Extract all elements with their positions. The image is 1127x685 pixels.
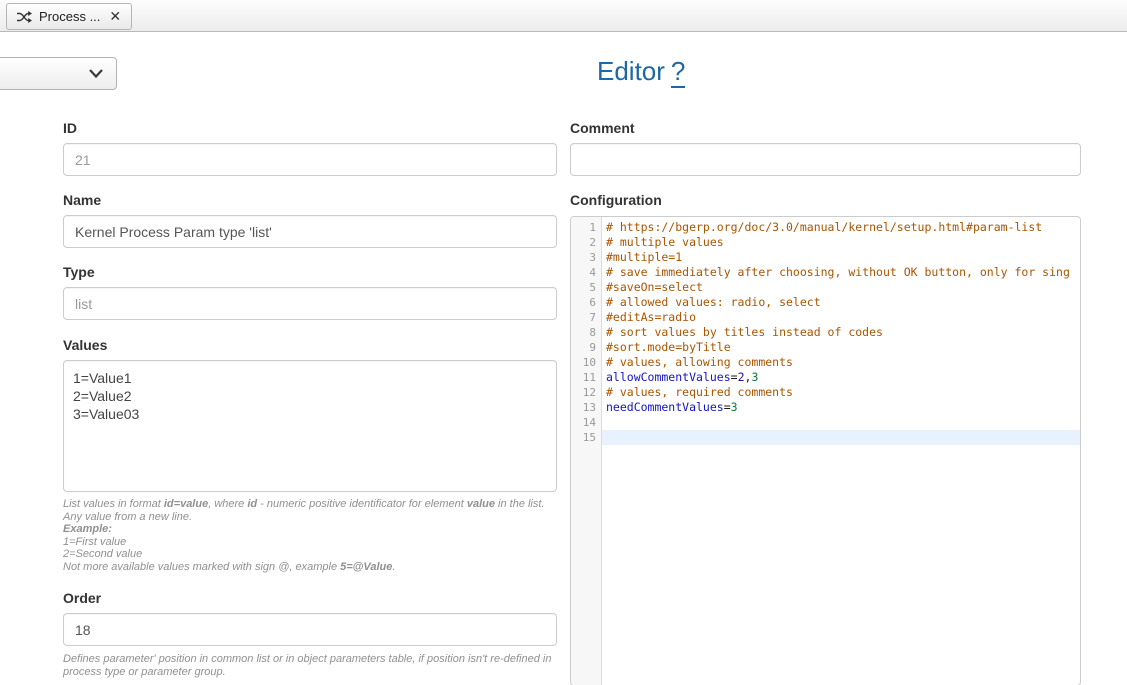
help-link[interactable]: ? xyxy=(671,56,685,88)
page-title-text: Editor xyxy=(597,56,665,86)
code-line[interactable]: # save immediately after choosing, witho… xyxy=(602,265,1080,280)
editor-page: Process ... ✕ Editor? ID Name Type Value… xyxy=(0,0,1127,685)
name-field[interactable] xyxy=(63,215,557,248)
type-label: Type xyxy=(63,264,95,280)
name-label: Name xyxy=(63,192,101,208)
configuration-editor[interactable]: 123456789101112131415 # https://bgerp.or… xyxy=(570,216,1081,685)
tab-process[interactable]: Process ... ✕ xyxy=(6,3,132,30)
shuffle-icon xyxy=(17,11,32,23)
code-line[interactable]: # https://bgerp.org/doc/3.0/manual/kerne… xyxy=(602,220,1080,235)
code-line[interactable]: #multiple=1 xyxy=(602,250,1080,265)
comment-field[interactable] xyxy=(570,143,1081,176)
line-number: 2 xyxy=(571,235,601,250)
type-field[interactable] xyxy=(63,287,557,320)
code-line[interactable]: needCommentValues=3 xyxy=(602,400,1080,415)
line-number: 7 xyxy=(571,310,601,325)
comment-label: Comment xyxy=(570,120,635,136)
values-help-text: List values in format id=value, where id… xyxy=(63,498,565,573)
values-label: Values xyxy=(63,337,107,353)
code-line[interactable]: #editAs=radio xyxy=(602,310,1080,325)
order-label: Order xyxy=(63,590,101,606)
code-line[interactable] xyxy=(602,430,1080,445)
code-line[interactable] xyxy=(602,415,1080,430)
line-number: 12 xyxy=(571,385,601,400)
code-line[interactable]: # values, required comments xyxy=(602,385,1080,400)
code-line[interactable]: # sort values by titles instead of codes xyxy=(602,325,1080,340)
editor-code[interactable]: # https://bgerp.org/doc/3.0/manual/kerne… xyxy=(602,217,1080,685)
page-title: Editor? xyxy=(597,56,685,87)
code-line[interactable]: #sort.mode=byTitle xyxy=(602,340,1080,355)
line-number: 6 xyxy=(571,295,601,310)
tab-bar: Process ... ✕ xyxy=(0,0,1127,32)
id-field[interactable] xyxy=(63,143,557,176)
tab-title: Process ... xyxy=(39,9,100,24)
values-textarea[interactable]: 1=Value1 2=Value2 3=Value03 xyxy=(63,360,557,492)
code-line[interactable]: allowCommentValues=2,3 xyxy=(602,370,1080,385)
line-number: 13 xyxy=(571,400,601,415)
code-line[interactable]: #saveOn=select xyxy=(602,280,1080,295)
id-label: ID xyxy=(63,120,77,136)
line-number: 14 xyxy=(571,415,601,430)
line-number: 9 xyxy=(571,340,601,355)
code-line[interactable]: # multiple values xyxy=(602,235,1080,250)
order-field[interactable] xyxy=(63,613,557,646)
line-number: 10 xyxy=(571,355,601,370)
code-line[interactable]: # values, allowing comments xyxy=(602,355,1080,370)
preset-select[interactable] xyxy=(0,57,117,90)
line-number: 11 xyxy=(571,370,601,385)
code-line[interactable]: # allowed values: radio, select xyxy=(602,295,1080,310)
tab-close-icon[interactable]: ✕ xyxy=(107,8,121,25)
line-number: 15 xyxy=(571,430,601,445)
editor-gutter: 123456789101112131415 xyxy=(571,217,602,685)
line-number: 8 xyxy=(571,325,601,340)
line-number: 1 xyxy=(571,220,601,235)
chevron-down-icon xyxy=(88,68,104,79)
line-number: 3 xyxy=(571,250,601,265)
order-help-text: Defines parameter' position in common li… xyxy=(63,653,565,678)
configuration-label: Configuration xyxy=(570,192,662,208)
line-number: 5 xyxy=(571,280,601,295)
line-number: 4 xyxy=(571,265,601,280)
